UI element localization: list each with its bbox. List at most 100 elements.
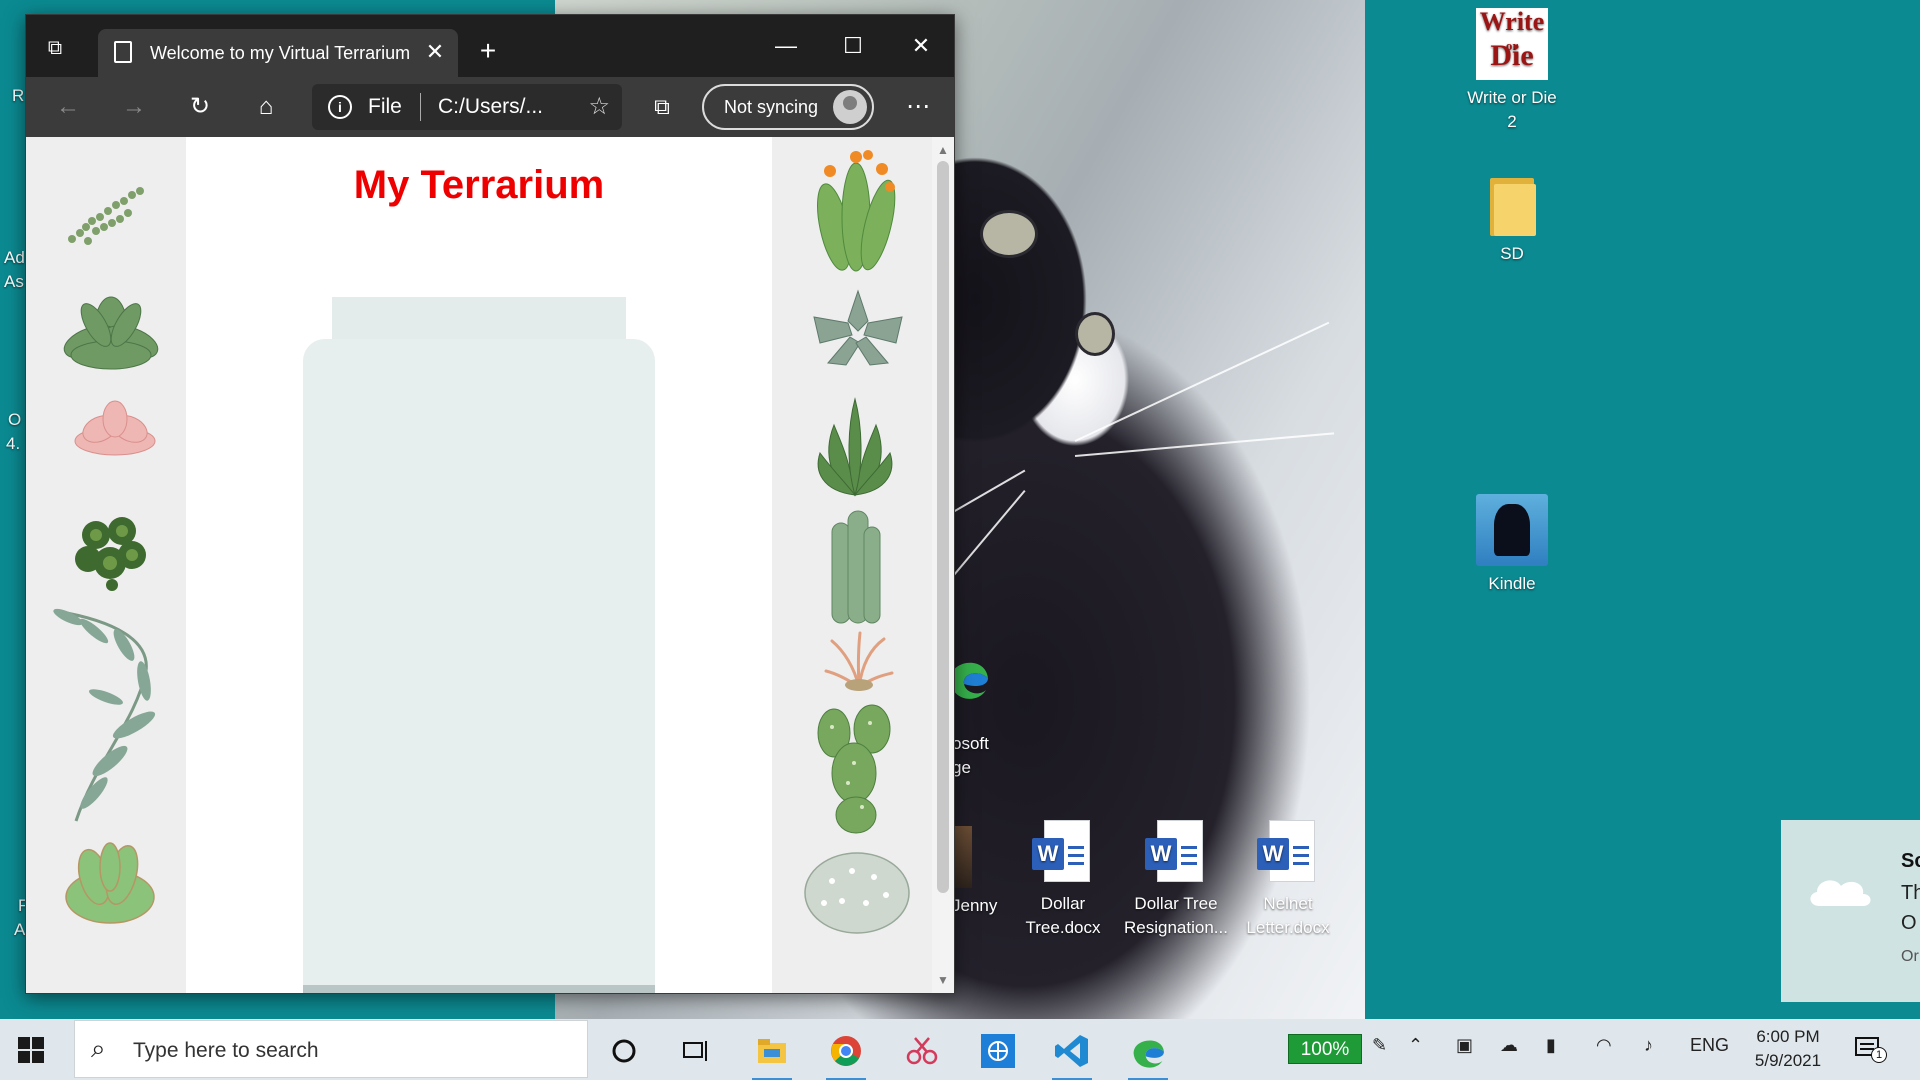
desktop-icon-nelnet-letter[interactable]: W Nelnet Letter.docx xyxy=(1238,820,1338,940)
plant-grey-rosette[interactable] xyxy=(806,287,910,367)
language-indicator[interactable]: ENG xyxy=(1690,1035,1729,1056)
kindle-icon xyxy=(1476,494,1548,566)
page-title: My Terrarium xyxy=(353,163,605,207)
desktop-icon-dollar-tree[interactable]: W Dollar Tree.docx xyxy=(1013,820,1113,940)
add-favorite-icon[interactable]: ☆ xyxy=(588,92,610,121)
title-bar[interactable]: ⧉ Welcome to my Virtual Terrarium ✕ + — … xyxy=(26,15,954,77)
browser-window: ⧉ Welcome to my Virtual Terrarium ✕ + — … xyxy=(25,14,955,994)
tab-actions-icon[interactable]: ⧉ xyxy=(38,31,72,65)
plant-leafy-branch[interactable] xyxy=(46,601,176,829)
onedrive-cloud-icon xyxy=(1810,880,1871,906)
task-view-button[interactable] xyxy=(672,1027,720,1075)
desktop-label-clipped: R xyxy=(12,86,25,105)
tab-title: Welcome to my Virtual Terrarium xyxy=(150,43,411,63)
desktop-icon-kindle[interactable]: Kindle xyxy=(1462,494,1562,596)
terrarium-jar xyxy=(303,339,655,993)
collections-button[interactable]: ⧉ xyxy=(642,87,682,127)
desktop-icon-label: SD xyxy=(1500,244,1524,263)
close-window-button[interactable]: ✕ xyxy=(891,29,951,63)
scrollbar-thumb[interactable] xyxy=(937,161,949,893)
back-button[interactable]: ← xyxy=(48,87,88,127)
address-separator xyxy=(420,93,421,121)
edge-icon xyxy=(1133,1040,1164,1068)
cortana-icon xyxy=(612,1039,636,1063)
plant-flowering-cactus[interactable] xyxy=(804,147,904,283)
taskbar-vscode[interactable] xyxy=(1048,1027,1096,1080)
file-explorer-icon xyxy=(758,1039,786,1063)
plant-dark-cluster[interactable] xyxy=(66,505,156,595)
wifi-icon[interactable]: ◠ xyxy=(1596,1035,1612,1056)
onedrive-icon[interactable]: ☁ xyxy=(1500,1035,1518,1056)
page-scrollbar[interactable]: ▲ ▼ xyxy=(932,137,954,993)
plant-aloe[interactable] xyxy=(812,395,898,499)
plant-prickly-pear[interactable] xyxy=(810,703,900,835)
plant-column-cactus[interactable] xyxy=(824,507,884,627)
jar-bottom xyxy=(303,985,655,993)
start-button[interactable] xyxy=(18,1037,44,1063)
left-plant-container xyxy=(26,137,186,993)
sync-label: Not syncing xyxy=(724,97,819,117)
close-tab-icon[interactable]: ✕ xyxy=(422,39,448,65)
taskbar-chrome[interactable] xyxy=(822,1027,870,1080)
desktop-icon-write-or-die[interactable]: Write or Die Write or Die 2 xyxy=(1462,8,1562,134)
toast-text: Th xyxy=(1901,882,1920,904)
desktop-icon-dollar-tree-resignation[interactable]: W Dollar Tree Resignation... xyxy=(1120,820,1232,940)
edge-desktop-label: osoft xyxy=(952,734,989,753)
write-or-die-icon: Write or Die xyxy=(1476,8,1548,80)
tab-virtual-terrarium[interactable]: Welcome to my Virtual Terrarium ✕ xyxy=(98,29,458,77)
info-icon[interactable]: i xyxy=(328,95,352,119)
scroll-down-icon[interactable]: ▼ xyxy=(937,973,949,987)
action-center-button[interactable]: 1 xyxy=(1855,1035,1887,1063)
refresh-button[interactable]: ↻ xyxy=(180,87,220,127)
meet-now-icon[interactable]: ▣ xyxy=(1456,1035,1473,1056)
desktop-icon-label: Dollar Tree.docx xyxy=(1025,894,1101,937)
plant-pink-succulent[interactable] xyxy=(70,395,160,463)
minimize-button[interactable]: — xyxy=(756,29,816,63)
address-bar[interactable]: i File C:/Users/... ☆ xyxy=(312,84,622,130)
taskbar-globe-app[interactable] xyxy=(974,1027,1022,1075)
page-viewport: My Terrarium ▲ ▼ xyxy=(26,137,954,993)
volume-icon[interactable]: ♪ xyxy=(1644,1035,1653,1056)
word-document-icon: W xyxy=(1257,820,1319,886)
jenny-desktop-label: Jenny xyxy=(952,896,998,915)
word-document-icon: W xyxy=(1032,820,1094,886)
taskbar: ⌕ Type here to search 100% ✎ ⌃ ▣ ☁ ▮ ◠ ♪… xyxy=(0,1019,1920,1080)
desktop-label-clipped: As xyxy=(4,272,24,291)
desktop-label-clipped: A xyxy=(14,920,26,939)
address-scheme: File xyxy=(368,95,402,118)
plant-air-plant[interactable] xyxy=(824,631,894,691)
home-button[interactable]: ⌂ xyxy=(246,87,286,127)
cortana-button[interactable] xyxy=(600,1027,648,1075)
plant-green-rosette[interactable] xyxy=(56,287,166,377)
cat-eye-right xyxy=(1075,312,1115,356)
taskbar-clock[interactable]: 6:00 PM 5/9/2021 xyxy=(1740,1025,1836,1073)
battery-icon[interactable]: ▮ xyxy=(1546,1035,1556,1056)
taskbar-snip-sketch[interactable] xyxy=(898,1027,946,1075)
pen-icon[interactable]: ✎ xyxy=(1372,1035,1387,1056)
maximize-button[interactable]: ☐ xyxy=(823,29,883,63)
desktop-icon-sd[interactable]: SD xyxy=(1462,174,1562,266)
more-menu-icon[interactable]: ⋯ xyxy=(898,87,938,127)
chevron-up-icon[interactable]: ⌃ xyxy=(1408,1035,1423,1056)
desktop-icon-label: Dollar Tree Resignation... xyxy=(1124,894,1228,937)
desktop-icon-label: Kindle xyxy=(1488,574,1536,593)
new-tab-button[interactable]: + xyxy=(468,37,508,65)
profile-sync-button[interactable]: Not syncing xyxy=(702,84,874,130)
plant-jade[interactable] xyxy=(60,837,160,937)
plant-pearls[interactable] xyxy=(62,183,152,253)
desktop-label-clipped: O xyxy=(8,410,22,429)
notification-toast[interactable]: Sc Th O Or xyxy=(1781,820,1920,1002)
avatar-icon xyxy=(833,90,867,124)
plant-round-cactus[interactable] xyxy=(802,841,912,935)
address-url: C:/Users/... xyxy=(438,95,544,118)
vscode-icon xyxy=(1055,1035,1088,1067)
clock-date: 5/9/2021 xyxy=(1754,1051,1822,1070)
forward-button[interactable]: → xyxy=(114,87,154,127)
battery-percentage[interactable]: 100% xyxy=(1288,1034,1362,1064)
chrome-icon xyxy=(831,1036,861,1066)
taskbar-search-box[interactable]: ⌕ Type here to search xyxy=(74,1020,588,1078)
taskbar-edge[interactable] xyxy=(1124,1027,1172,1080)
taskbar-file-explorer[interactable] xyxy=(748,1027,796,1080)
scroll-up-icon[interactable]: ▲ xyxy=(937,143,949,157)
desktop-label-clipped: 4. xyxy=(6,434,21,453)
